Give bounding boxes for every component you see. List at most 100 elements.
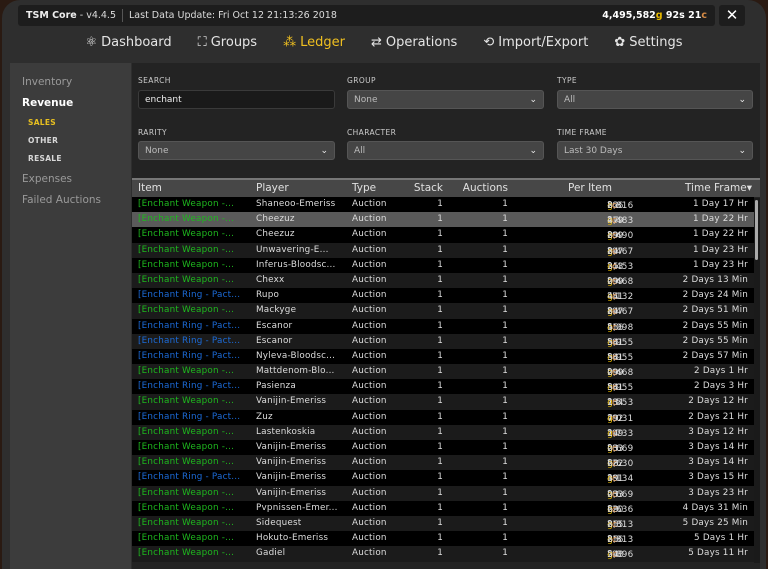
per-item-cell: 4,031 g 79 s 92 c bbox=[607, 411, 634, 424]
item-link[interactable]: [Enchant Weapon -... bbox=[138, 533, 234, 543]
item-link[interactable]: [Enchant Weapon -... bbox=[138, 229, 234, 239]
scrollbar-thumb[interactable] bbox=[755, 200, 758, 260]
table-row[interactable]: [Enchant Weapon -... Vanijin-Emeriss Aucti… bbox=[132, 485, 754, 501]
table-row[interactable]: [Enchant Weapon -... Unwavering-E... Aucti… bbox=[132, 242, 754, 258]
table-row[interactable]: [Enchant Weapon -... Cheezuz Auction 1 1 2,48… bbox=[132, 212, 754, 228]
item-link[interactable]: [Enchant Weapon -... bbox=[138, 396, 234, 406]
item-link[interactable]: [Enchant Ring - Pact... bbox=[138, 321, 240, 331]
col-player[interactable]: Player bbox=[256, 182, 289, 194]
stack-cell: 1 bbox=[437, 229, 443, 240]
main-nav: ⚛ Dashboard ⛶ Groups ⁂ Ledger ⇄ Operations ⟲ Impo… bbox=[0, 30, 768, 54]
timeframe-select[interactable]: Last 30 Days ⌄ bbox=[557, 141, 753, 160]
sidebar-item-other[interactable]: OTHER bbox=[28, 136, 58, 145]
table-row[interactable]: [Enchant Weapon -... Chexx Auction 1 1 2,468 g… bbox=[132, 272, 754, 289]
table-row[interactable]: [Enchant Weapon -... Mackyge Auction 1 1 2,46… bbox=[132, 303, 754, 319]
table-row[interactable]: [Enchant Weapon -... Pvpnissen-Emer... Auc… bbox=[132, 500, 754, 516]
rarity-select[interactable]: None ⌄ bbox=[138, 141, 335, 160]
table-row[interactable]: [Enchant Ring - Pact... Rupo Auction 1 1 4,13… bbox=[132, 288, 754, 304]
item-link[interactable]: [Enchant Weapon -... bbox=[138, 260, 234, 270]
type-cell: Auction bbox=[352, 320, 387, 331]
type-cell: Auction bbox=[352, 244, 387, 255]
item-link[interactable]: [Enchant Weapon -... bbox=[138, 503, 234, 513]
col-time-frame[interactable]: Time Frame▾ bbox=[685, 182, 752, 194]
table-row[interactable]: [Enchant Weapon -... Vanijin-Emeriss Aucti… bbox=[132, 455, 754, 471]
item-link[interactable]: [Enchant Weapon -... bbox=[138, 518, 234, 528]
col-type[interactable]: Type bbox=[352, 182, 376, 194]
col-stack[interactable]: Stack bbox=[414, 182, 443, 194]
table-row[interactable]: [Enchant Ring - Pact... Pasienza Auction 1 1… bbox=[132, 379, 754, 395]
character-select[interactable]: All ⌄ bbox=[347, 141, 544, 160]
item-link[interactable]: [Enchant Weapon -... bbox=[138, 245, 234, 255]
col-auctions[interactable]: Auctions bbox=[463, 182, 508, 194]
type-cell: Auction bbox=[352, 442, 387, 452]
item-link[interactable]: [Enchant Weapon -... bbox=[138, 214, 234, 224]
sidebar-item-inventory[interactable]: Inventory bbox=[22, 76, 72, 88]
time-frame-cell: 5 Days 25 Min bbox=[682, 517, 748, 528]
type-cell: Auction bbox=[352, 457, 387, 468]
app-version: - v4.4.5 bbox=[79, 10, 116, 21]
auctions-cell: 1 bbox=[502, 472, 508, 483]
item-link[interactable]: [Enchant Weapon -... bbox=[138, 275, 234, 285]
sidebar-item-expenses[interactable]: Expenses bbox=[22, 173, 72, 185]
table-row[interactable]: [Enchant Weapon -... Mattdenom-Blo... Auct… bbox=[132, 364, 754, 380]
tab-groups[interactable]: ⛶ Groups bbox=[185, 30, 270, 54]
col-per-item[interactable]: Per Item bbox=[568, 182, 612, 194]
type-select[interactable]: All ⌄ bbox=[557, 90, 753, 109]
item-link[interactable]: [Enchant Weapon -... bbox=[138, 305, 234, 315]
type-cell: Auction bbox=[352, 472, 387, 483]
operations-icon: ⇄ bbox=[370, 34, 382, 50]
table-row[interactable]: [Enchant Weapon -... Inferus-Bloodsc... Au… bbox=[132, 257, 754, 273]
group-select[interactable]: None ⌄ bbox=[347, 90, 544, 109]
item-link[interactable]: [Enchant Weapon -... bbox=[138, 199, 234, 209]
time-frame-cell: 4 Days 31 Min bbox=[682, 502, 748, 513]
table-row[interactable]: [Enchant Weapon -... Vanijin-Emeriss Aucti… bbox=[132, 394, 754, 410]
item-link[interactable]: [Enchant Ring - Pact... bbox=[138, 381, 240, 391]
table-row[interactable]: [Enchant Ring - Pact... Escanor Auction 1 1 4… bbox=[132, 318, 754, 334]
item-link[interactable]: [Enchant Weapon -... bbox=[138, 427, 234, 437]
table-row[interactable]: [Enchant Ring - Pact... Vanijin-Emeriss Au… bbox=[132, 470, 754, 486]
item-link[interactable]: [Enchant Ring - Pact... bbox=[138, 290, 240, 300]
item-link[interactable]: [Enchant Ring - Pact... bbox=[138, 472, 240, 482]
tab-ledger[interactable]: ⁂ Ledger bbox=[270, 30, 358, 54]
search-input[interactable]: enchant bbox=[138, 90, 335, 109]
scrollbar[interactable] bbox=[754, 198, 760, 563]
close-button[interactable]: ✕ bbox=[719, 5, 745, 26]
sidebar-item-revenue[interactable]: Revenue bbox=[22, 97, 73, 109]
item-link[interactable]: [Enchant Weapon -... bbox=[138, 548, 234, 558]
table-row[interactable]: [Enchant Weapon -... Hokuto-Emeriss Auctio… bbox=[132, 531, 754, 547]
time-frame-cell: 1 Day 17 Hr bbox=[693, 199, 748, 209]
item-link[interactable]: [Enchant Weapon -... bbox=[138, 442, 234, 452]
sidebar-item-resale[interactable]: RESALE bbox=[28, 154, 62, 163]
tab-dashboard[interactable]: ⚛ Dashboard bbox=[72, 30, 184, 54]
item-link[interactable]: [Enchant Ring - Pact... bbox=[138, 351, 240, 361]
table-row[interactable]: [Enchant Ring - Pact... Escanor Auction 1 1 3… bbox=[132, 333, 754, 349]
item-link[interactable]: [Enchant Ring - Pact... bbox=[138, 412, 240, 422]
time-frame-cell: 1 Day 23 Hr bbox=[693, 259, 748, 270]
table-row[interactable]: [Enchant Ring - Pact... Zuz Auction 1 1 4,031… bbox=[132, 409, 754, 425]
auctions-cell: 1 bbox=[502, 366, 508, 377]
per-item-cell: 2,553 g 13 s 84 c bbox=[607, 396, 634, 409]
time-frame-cell: 5 Days 1 Hr bbox=[694, 533, 748, 544]
table-row[interactable]: [Enchant Weapon -... Sidequest Auction 1 1 2,… bbox=[132, 515, 754, 532]
table-row[interactable]: [Enchant Weapon -... Lastenkoskia Auction 1… bbox=[132, 424, 754, 440]
tab-import-export[interactable]: ⟲ Import/Export bbox=[470, 30, 601, 54]
item-link[interactable]: [Enchant Weapon -... bbox=[138, 366, 234, 376]
table-row[interactable]: [Enchant Weapon -... Vanijin-Emeriss Aucti… bbox=[132, 440, 754, 456]
time-frame-cell: 3 Days 14 Hr bbox=[688, 457, 748, 468]
time-frame-cell: 3 Days 15 Hr bbox=[688, 472, 748, 483]
item-link[interactable]: [Enchant Weapon -... bbox=[138, 488, 234, 498]
type-cell: Auction bbox=[352, 502, 387, 513]
tab-settings[interactable]: ✿ Settings bbox=[601, 30, 695, 54]
item-link[interactable]: [Enchant Weapon -... bbox=[138, 457, 234, 467]
item-link[interactable]: [Enchant Ring - Pact... bbox=[138, 336, 240, 346]
sidebar-item-sales[interactable]: SALES bbox=[28, 118, 56, 127]
tab-operations[interactable]: ⇄ Operations bbox=[358, 30, 470, 54]
type-cell: Auction bbox=[352, 350, 387, 361]
sidebar-item-failed-auctions[interactable]: Failed Auctions bbox=[22, 194, 101, 206]
table-row[interactable]: [Enchant Weapon -... Shaneoo-Emeriss Aucti… bbox=[132, 197, 754, 213]
table-row[interactable]: [Enchant Ring - Pact... Nyleva-Bloodsc...… bbox=[132, 348, 754, 365]
table-row[interactable]: [Enchant Weapon -... Gadiel Auction 1 1 2,896… bbox=[132, 546, 754, 562]
time-frame-cell: 2 Days 21 Hr bbox=[688, 411, 748, 422]
col-item[interactable]: Item bbox=[138, 182, 162, 194]
table-row[interactable]: [Enchant Weapon -... Cheezuz Auction 1 1 2,49… bbox=[132, 227, 754, 243]
